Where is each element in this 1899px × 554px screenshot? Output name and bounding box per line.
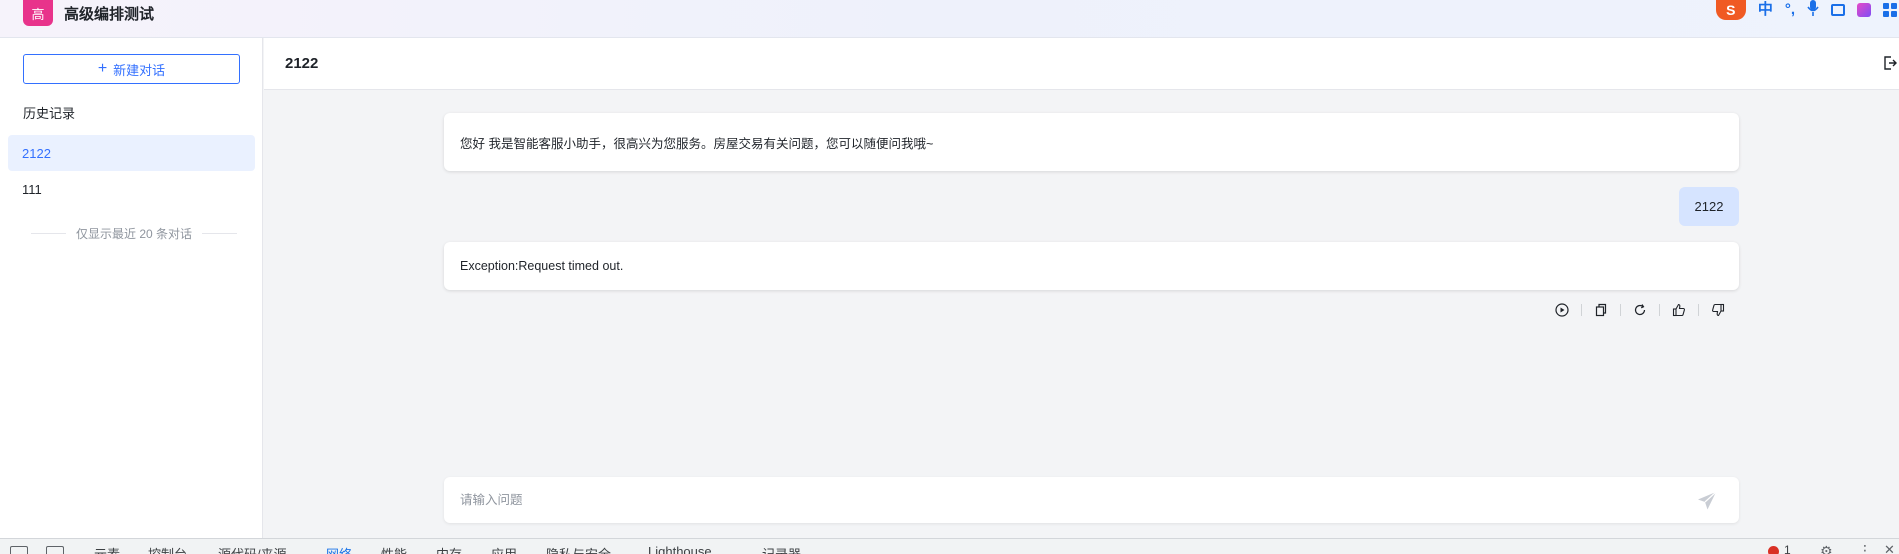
bot-message-text: 您好 我是智能客服小助手，很高兴为您服务。房屋交易有关问题，您可以随便问我哦~ bbox=[460, 136, 934, 151]
inspect-icon[interactable] bbox=[10, 546, 28, 554]
keyboard-icon[interactable] bbox=[1831, 4, 1845, 16]
devtools-tab-network[interactable]: 网络 bbox=[326, 544, 352, 554]
chat-input-bar bbox=[444, 477, 1739, 523]
new-chat-label: 新建对话 bbox=[113, 62, 166, 78]
devtools-tab-performance[interactable]: 性能 bbox=[381, 544, 407, 554]
devtools-panel: 元素 控制台 源代码/来源 网络 性能 内存 应用 隐私与安全 Lighthou… bbox=[0, 538, 1899, 554]
chinese-mode-icon[interactable]: 中 bbox=[1758, 0, 1773, 20]
history-limit-note: 仅显示最近 20 条对话 bbox=[31, 225, 237, 242]
history-limit-text: 仅显示最近 20 条对话 bbox=[75, 227, 193, 241]
error-icon[interactable] bbox=[1768, 546, 1779, 554]
conversation-title: 2122 bbox=[285, 55, 319, 72]
new-chat-button[interactable]: + 新建对话 bbox=[23, 54, 240, 84]
app-header: 高 高级编排测试 S 中 °, bbox=[0, 0, 1899, 38]
punctuation-icon[interactable]: °, bbox=[1785, 0, 1795, 20]
error-count: 1 bbox=[1784, 543, 1791, 554]
plus-icon: + bbox=[97, 60, 108, 77]
devtools-tab-memory[interactable]: 内存 bbox=[436, 544, 462, 554]
history-item-2122[interactable]: 2122 bbox=[8, 135, 255, 171]
bot-message: Exception:Request timed out. bbox=[444, 242, 1739, 290]
regenerate-icon[interactable] bbox=[1630, 301, 1650, 319]
history-title: 历史记录 bbox=[23, 106, 76, 121]
divider bbox=[1698, 304, 1699, 316]
devtools-tab-recorder[interactable]: 记录器 bbox=[762, 544, 801, 554]
sidebar: + 新建对话 历史记录 2122 111 仅显示最近 20 条对话 bbox=[0, 38, 263, 538]
microphone-icon[interactable] bbox=[1807, 0, 1819, 21]
bot-message: 您好 我是智能客服小助手，很高兴为您服务。房屋交易有关问题，您可以随便问我哦~ bbox=[444, 113, 1739, 171]
question-input[interactable] bbox=[460, 487, 1660, 513]
close-icon[interactable]: ✕ bbox=[1884, 542, 1895, 554]
ime-toolbar: S 中 °, bbox=[1715, 0, 1899, 21]
toolbox-icon[interactable] bbox=[1883, 3, 1897, 17]
play-icon[interactable] bbox=[1552, 301, 1572, 319]
history-item-label: 111 bbox=[22, 181, 42, 197]
user-message: 2122 bbox=[1679, 187, 1739, 226]
app-title: 高级编排测试 bbox=[64, 6, 155, 23]
sogou-icon[interactable]: S bbox=[1715, 0, 1746, 20]
devtools-tab-sources[interactable]: 源代码/来源 bbox=[218, 544, 287, 554]
skin-icon[interactable] bbox=[1857, 3, 1871, 17]
bot-message-text: Exception:Request timed out. bbox=[460, 259, 624, 273]
gear-icon[interactable]: ⚙ bbox=[1820, 543, 1833, 554]
devtools-tab-lighthouse[interactable]: Lighthouse bbox=[648, 544, 712, 554]
history-item-111[interactable]: 111 bbox=[8, 171, 255, 207]
divider bbox=[31, 233, 66, 234]
divider bbox=[202, 233, 237, 234]
exit-icon[interactable] bbox=[1883, 56, 1897, 70]
device-toolbar-icon[interactable] bbox=[46, 546, 64, 554]
more-icon[interactable]: ⋮ bbox=[1858, 542, 1872, 554]
history-item-label: 2122 bbox=[22, 145, 51, 161]
send-icon[interactable] bbox=[1697, 491, 1717, 511]
divider bbox=[1659, 304, 1660, 316]
devtools-tab-application[interactable]: 应用 bbox=[491, 544, 517, 554]
devtools-tab-privacy[interactable]: 隐私与安全 bbox=[546, 544, 611, 554]
divider bbox=[1620, 304, 1621, 316]
conversation-header: 2122 bbox=[264, 38, 1899, 90]
thumbs-up-icon[interactable] bbox=[1669, 301, 1689, 319]
copy-icon[interactable] bbox=[1591, 301, 1611, 319]
app-logo: 高 bbox=[23, 0, 53, 26]
user-message-text: 2122 bbox=[1694, 199, 1724, 214]
devtools-tab-console[interactable]: 控制台 bbox=[148, 544, 187, 554]
message-actions bbox=[1552, 301, 1728, 319]
thumbs-down-icon[interactable] bbox=[1708, 301, 1728, 319]
divider bbox=[1581, 304, 1582, 316]
devtools-tab-elements[interactable]: 元素 bbox=[94, 544, 120, 554]
